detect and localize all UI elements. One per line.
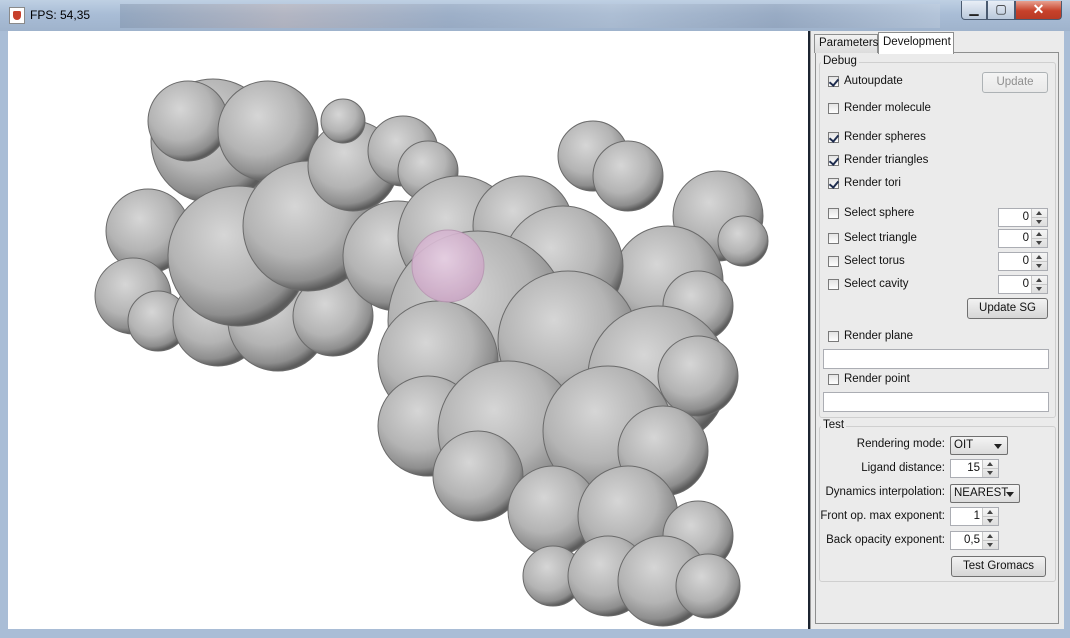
render-plane-checkbox[interactable] [828,331,839,342]
select-torus-checkbox[interactable] [828,256,839,267]
spinner-arrows-icon[interactable] [1031,253,1047,270]
tab-parameters[interactable]: Parameters [814,34,878,53]
window-border-right [1063,31,1070,638]
back-opacity-exponent-value: 0,5 [964,534,980,546]
spinner-arrows-icon[interactable] [982,532,998,549]
molecule-viewport[interactable] [8,31,808,629]
render-triangles-label: Render triangles [844,154,929,166]
molecule-surface [94,78,769,627]
highlighted-sphere [411,229,485,303]
render-plane-field[interactable] [823,349,1049,369]
rendering-mode-label: Rendering mode: [856,438,945,450]
back-opacity-exponent-label: Back opacity exponent: [826,534,945,546]
select-torus-spinner[interactable]: 0 [998,252,1048,271]
select-cavity-label: Select cavity [844,278,909,290]
front-op-max-exponent-value: 1 [973,510,980,522]
select-triangle-value: 0 [1022,232,1029,244]
render-plane-label: Render plane [844,330,914,342]
select-triangle-checkbox[interactable] [828,233,839,244]
render-tori-label: Render tori [844,177,901,189]
render-triangles-checkbox[interactable] [828,155,839,166]
select-torus-label: Select torus [844,255,905,267]
tab-development[interactable]: Development [878,32,954,54]
spinner-arrows-icon[interactable] [1031,209,1047,226]
spinner-arrows-icon[interactable] [1031,230,1047,247]
title-bar-background [120,4,940,28]
render-point-checkbox[interactable] [828,374,839,385]
window-title: FPS: 54,35 [30,8,91,22]
title-bar[interactable] [0,0,1070,31]
dynamics-interpolation-value: NEAREST [954,487,1009,499]
chevron-down-icon [1006,492,1014,497]
dynamics-interpolation-select[interactable]: NEAREST [950,484,1020,503]
test-group-label: Test [821,419,847,431]
spinner-arrows-icon[interactable] [982,460,998,477]
front-op-max-exponent-spinner[interactable]: 1 [950,507,999,526]
spinner-arrows-icon[interactable] [982,508,998,525]
ligand-distance-label: Ligand distance: [861,462,945,474]
select-cavity-value: 0 [1022,278,1029,290]
select-triangle-spinner[interactable]: 0 [998,229,1048,248]
back-opacity-exponent-spinner[interactable]: 0,5 [950,531,999,550]
window-border-bottom [0,629,1070,638]
update-sg-button[interactable]: Update SG [967,298,1048,319]
render-molecule-label: Render molecule [844,102,931,114]
render-spheres-checkbox[interactable] [828,132,839,143]
maximize-icon[interactable]: ▢ [987,1,1015,20]
java-cup-icon [9,7,25,24]
select-triangle-label: Select triangle [844,232,917,244]
rendering-mode-value: OIT [954,439,974,451]
debug-group-label: Debug [821,55,859,67]
rendering-mode-select[interactable]: OIT [950,436,1008,455]
update-button[interactable]: Update [982,72,1048,93]
test-gromacs-button[interactable]: Test Gromacs [951,556,1046,577]
ligand-distance-value: 15 [967,462,980,474]
front-op-max-exponent-label: Front op. max exponent: [820,510,945,522]
select-sphere-label: Select sphere [844,207,915,219]
select-cavity-checkbox[interactable] [828,279,839,290]
close-icon[interactable]: ✕ [1015,1,1062,20]
render-point-label: Render point [844,373,910,385]
autoupdate-checkbox[interactable] [828,76,839,87]
render-point-field[interactable] [823,392,1049,412]
select-sphere-checkbox[interactable] [828,208,839,219]
window-border-left [0,31,8,638]
molecule-spheres [94,78,769,627]
select-sphere-spinner[interactable]: 0 [998,208,1048,227]
select-cavity-spinner[interactable]: 0 [998,275,1048,294]
select-sphere-value: 0 [1022,211,1029,223]
render-molecule-checkbox[interactable] [828,103,839,114]
render-tori-checkbox[interactable] [828,178,839,189]
render-spheres-label: Render spheres [844,131,926,143]
select-torus-value: 0 [1022,255,1029,267]
chevron-down-icon [994,444,1002,449]
dynamics-interpolation-label: Dynamics interpolation: [825,486,945,498]
autoupdate-label: Autoupdate [844,75,903,87]
minimize-icon[interactable]: ▁ [961,1,987,20]
spinner-arrows-icon[interactable] [1031,276,1047,293]
ligand-distance-spinner[interactable]: 15 [950,459,999,478]
